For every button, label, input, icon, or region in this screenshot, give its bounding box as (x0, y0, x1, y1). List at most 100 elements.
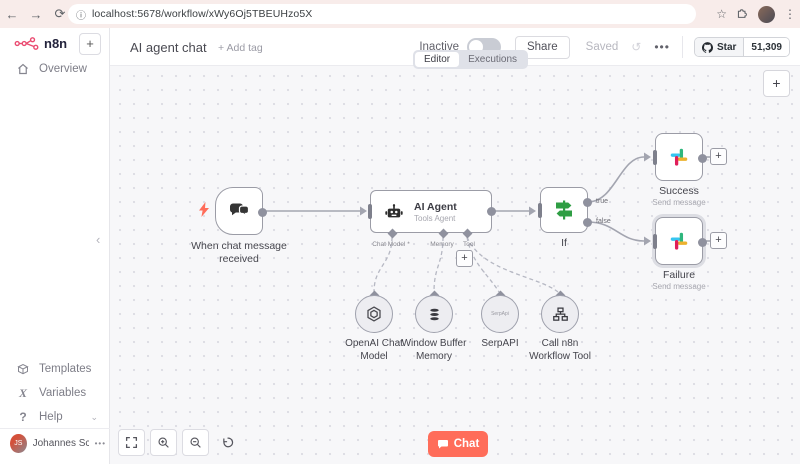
trigger-output-port[interactable] (258, 207, 267, 217)
tab-executions[interactable]: Executions (459, 52, 526, 67)
header-divider (681, 36, 683, 58)
database-icon (429, 307, 439, 321)
tab-editor[interactable]: Editor (415, 52, 460, 67)
chat-button[interactable]: Chat (428, 431, 488, 457)
question-icon: ? (19, 410, 27, 424)
failure-output-port[interactable] (698, 237, 707, 247)
user-avatar: JS (10, 434, 27, 453)
sidebar-divider (0, 428, 110, 429)
sidebar-item-label: Variables (39, 387, 87, 399)
package-icon (16, 363, 30, 375)
zoom-out-button[interactable] (182, 429, 209, 456)
browser-menu-icon[interactable]: ⋮ (784, 7, 796, 21)
if-false-port[interactable] (583, 218, 592, 227)
home-icon (16, 63, 30, 75)
forward-icon[interactable]: → (24, 7, 48, 22)
sidebar-item-variables[interactable]: X Variables (0, 382, 110, 404)
new-workflow-button[interactable]: + (79, 33, 101, 55)
zoom-in-button[interactable] (150, 429, 177, 456)
n8n-workflow-editor: ← → ⟳ ⓘ localhost:5678/workflow/xWy6Oj5T… (0, 0, 800, 464)
workflow-menu-icon[interactable]: ••• (654, 40, 670, 54)
fit-view-button[interactable] (118, 429, 145, 456)
node-label: When chat message received (191, 240, 287, 266)
sidebar-item-help[interactable]: ? Help ⌄ (0, 406, 110, 428)
site-info-icon[interactable]: ⓘ (76, 7, 86, 22)
node-openai-chat-model[interactable] (355, 295, 393, 333)
bookmark-star-icon[interactable]: ☆ (716, 7, 727, 21)
success-output-port[interactable] (698, 153, 707, 163)
if-true-port[interactable] (583, 198, 592, 207)
github-star-widget[interactable]: Star 51,309 (693, 37, 790, 57)
browser-chrome: ← → ⟳ ⓘ localhost:5678/workflow/xWy6Oj5T… (0, 0, 800, 28)
node-serpapi[interactable]: SerpApi (481, 295, 519, 333)
agent-input-port[interactable] (368, 204, 372, 219)
user-name: Johannes Schn... (32, 438, 89, 449)
saved-status: Saved (585, 41, 619, 53)
sitemap-icon (552, 306, 568, 321)
sidebar-collapse-icon[interactable]: ‹ (96, 232, 100, 247)
node-subtitle: Tools Agent (414, 213, 456, 223)
agent-output-port[interactable] (487, 207, 496, 216)
serpapi-icon: SerpApi (491, 311, 509, 317)
chat-button-label: Chat (453, 438, 480, 450)
node-window-buffer-memory[interactable] (415, 295, 453, 333)
robot-icon (385, 203, 403, 217)
browser-profile-avatar[interactable] (758, 5, 775, 23)
add-tag-button[interactable]: + Add tag (218, 42, 263, 54)
slack-icon (670, 148, 688, 166)
node-label: If (561, 237, 567, 249)
openai-icon (367, 306, 381, 322)
branch-label-true: true (596, 198, 609, 205)
node-label: Failure (662, 269, 696, 281)
if-icon (556, 200, 572, 220)
port-label-tool: Tool (463, 241, 475, 248)
node-success[interactable] (653, 133, 707, 181)
chevron-down-icon: ⌄ (90, 411, 98, 422)
github-icon (702, 41, 713, 53)
zoom-controls (118, 429, 241, 456)
back-icon[interactable]: ← (0, 7, 24, 22)
workflow-title[interactable]: AI agent chat (130, 40, 207, 55)
node-label: Call n8n Workflow Tool (529, 338, 591, 362)
node-label: Success (659, 185, 699, 197)
history-icon[interactable]: ↺ (631, 40, 641, 54)
node-subtitle: Send message (652, 198, 706, 207)
add-node-after-success-button[interactable]: + (710, 148, 727, 165)
extensions-icon[interactable] (736, 6, 749, 22)
user-menu[interactable]: JS Johannes Schn... ••• (10, 434, 106, 453)
port-label-memory: Memory (430, 241, 454, 248)
add-node-after-failure-button[interactable]: + (710, 232, 727, 249)
user-options-icon[interactable]: ••• (95, 439, 106, 448)
view-tabs: Editor Executions (413, 50, 529, 69)
failure-input-port[interactable] (653, 234, 657, 249)
sidebar-item-templates[interactable]: Templates (0, 358, 110, 380)
branch-label-false: false (596, 218, 611, 225)
chat-trigger-icon (229, 203, 250, 217)
sidebar: n8n + Overview Templates X Variables ? H… (0, 28, 110, 464)
workflow-canvas[interactable]: When chat message received AI Agent Tool… (110, 66, 800, 464)
if-input-port[interactable] (538, 203, 542, 218)
trigger-bolt-icon (198, 202, 210, 222)
github-star-count: 51,309 (743, 38, 789, 56)
node-when-chat-message-received[interactable] (215, 187, 267, 235)
add-node-button[interactable]: + (763, 70, 790, 97)
n8n-logo[interactable]: n8n (14, 36, 67, 51)
variable-icon: X (18, 385, 27, 400)
undo-button[interactable] (214, 429, 241, 456)
node-subtitle: Send message (652, 282, 706, 291)
sidebar-item-overview[interactable]: Overview (0, 58, 110, 80)
success-input-port[interactable] (653, 150, 657, 165)
url-text: localhost:5678/workflow/xWy6Oj5TBEUHzo5X (92, 8, 313, 20)
port-label-chat-model: Chat Model * (372, 241, 410, 248)
node-failure[interactable] (653, 217, 707, 265)
n8n-logo-icon (14, 37, 39, 50)
node-if[interactable] (538, 187, 592, 233)
node-title: AI Agent (414, 200, 457, 213)
node-label: Window Buffer Memory (401, 338, 467, 362)
add-tool-button[interactable]: + (456, 250, 473, 267)
address-bar[interactable]: ⓘ localhost:5678/workflow/xWy6Oj5TBEUHzo… (68, 4, 696, 24)
logo-text: n8n (44, 36, 68, 51)
node-call-n8n-workflow-tool[interactable] (541, 295, 579, 333)
node-ai-agent[interactable]: AI Agent Tools Agent (368, 190, 496, 233)
slack-icon (670, 232, 688, 250)
